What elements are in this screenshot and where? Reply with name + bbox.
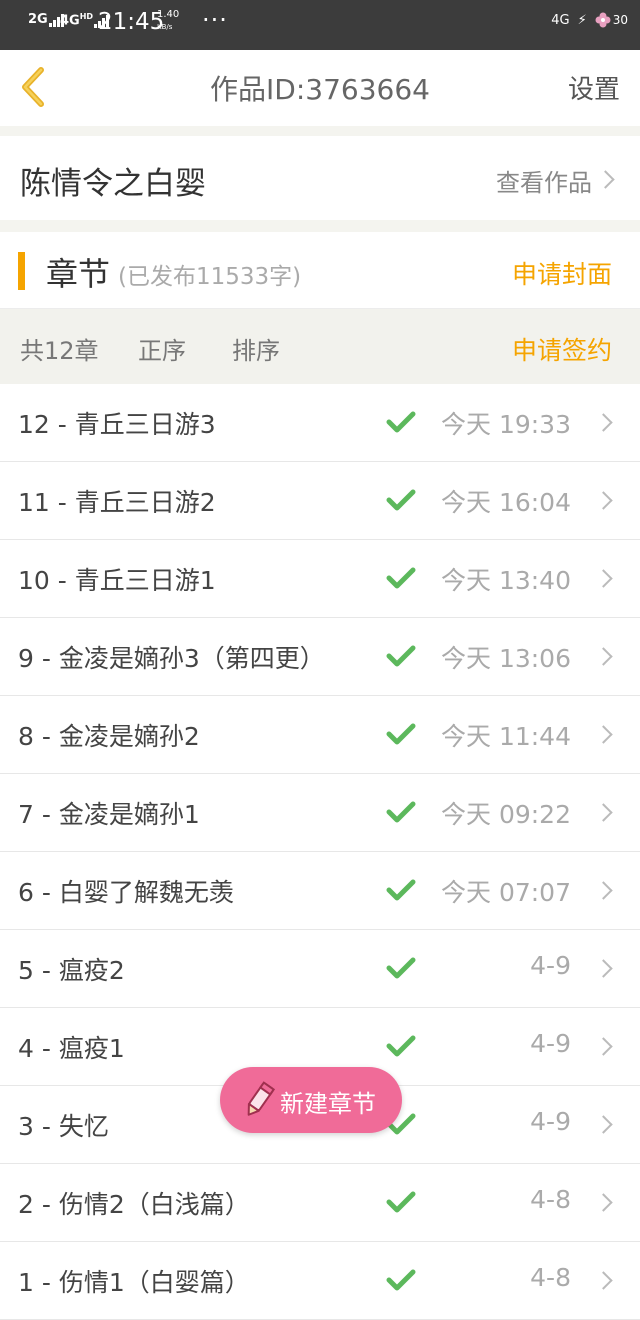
chapter-title: 12 - 青丘三日游3 [18,410,216,439]
chapter-row[interactable]: 12 - 青丘三日游3 今天 19:33 [0,384,640,462]
chapter-date: 今天 13:06 [441,644,571,673]
top-nav-bar: 作品ID:3763664 设置 [0,50,640,126]
battery-indicator: 30 [595,12,628,28]
chapter-row[interactable]: 1 - 伤情1（白婴篇） 4-8 [0,1242,640,1320]
chevron-right-icon [594,491,613,510]
chapter-date: 今天 09:22 [441,800,571,829]
section-title: 章节 [46,255,111,293]
published-check-icon [386,801,416,823]
chevron-right-icon [594,647,613,666]
chevron-right-icon [594,413,613,432]
chevron-right-icon [594,569,613,588]
pencil-icon [247,1081,276,1116]
chapter-date: 今天 07:07 [441,878,571,907]
chapter-title: 11 - 青丘三日游2 [18,488,216,517]
chapter-title: 3 - 失忆 [18,1112,109,1141]
network-4g: 4G [551,12,570,28]
chevron-right-icon [594,1037,613,1056]
apply-cover-button[interactable]: 申请封面 [512,255,612,291]
chapter-date: 4-9 [530,951,571,980]
chapter-title: 2 - 伤情2（白浅篇） [18,1190,250,1219]
view-work-link[interactable]: 查看作品 [496,163,592,198]
chevron-right-icon [594,959,613,978]
chevron-right-icon [596,170,615,189]
settings-button[interactable]: 设置 [568,69,620,106]
chapter-title: 1 - 伤情1（白婴篇） [18,1268,250,1297]
chapter-title: 7 - 金凌是嫡孙1 [18,800,200,829]
chevron-right-icon [594,881,613,900]
apply-sign-button[interactable]: 申请签约 [512,331,612,367]
published-check-icon [386,645,416,667]
chapter-row[interactable]: 5 - 瘟疫2 4-9 [0,930,640,1008]
chapter-date: 4-9 [530,1107,571,1136]
network-speed: 1.40 KB/s [157,9,180,31]
chapter-toolbar: 共12章 正序 排序 申请签约 [0,308,640,384]
chapter-list: 12 - 青丘三日游3 今天 19:33 11 - 青丘三日游2 今天 16:0… [0,384,640,1320]
published-check-icon [386,411,416,433]
published-check-icon [386,1191,416,1213]
chevron-right-icon [594,1193,613,1212]
chapter-row[interactable]: 11 - 青丘三日游2 今天 16:04 [0,462,640,540]
chapter-date: 今天 11:44 [441,722,571,751]
chapter-title: 10 - 青丘三日游1 [18,566,216,595]
chapter-date: 4-8 [530,1185,571,1214]
flower-icon [595,12,611,28]
published-check-icon [386,957,416,979]
chapter-date: 今天 19:33 [441,410,571,439]
clock: 21:45 [98,9,165,35]
chapter-date: 今天 13:40 [441,566,571,595]
chapter-row[interactable]: 10 - 青丘三日游1 今天 13:40 [0,540,640,618]
published-check-icon [386,723,416,745]
chapter-date: 4-8 [530,1263,571,1292]
chapter-date: 4-9 [530,1029,571,1058]
more-notifications-icon: ··· [202,6,228,34]
work-title: 陈情令之白婴 [20,166,206,202]
chapter-row[interactable]: 2 - 伤情2（白浅篇） 4-8 [0,1164,640,1242]
order-button[interactable]: 正序 [138,331,186,366]
published-check-icon [386,1269,416,1291]
chevron-right-icon [594,803,613,822]
chevron-right-icon [594,1115,613,1134]
chapter-date: 今天 16:04 [441,488,571,517]
chapter-title: 9 - 金凌是嫡孙3（第四更） [18,644,325,673]
published-check-icon [386,489,416,511]
work-card[interactable]: 陈情令之白婴 查看作品 [0,136,640,220]
chapter-row[interactable]: 7 - 金凌是嫡孙1 今天 09:22 [0,774,640,852]
status-right: 4G ⚡ 30 [551,12,628,28]
charging-icon: ⚡ [577,12,587,28]
section-accent-bar [18,252,25,290]
published-check-icon [386,879,416,901]
chapter-title: 8 - 金凌是嫡孙2 [18,722,200,751]
published-check-icon [386,1035,416,1057]
published-check-icon [386,567,416,589]
new-chapter-button[interactable]: 新建章节 [220,1067,402,1133]
chevron-right-icon [594,725,613,744]
chapter-title: 4 - 瘟疫1 [18,1034,125,1063]
new-chapter-label: 新建章节 [280,1090,376,1118]
chapter-row[interactable]: 9 - 金凌是嫡孙3（第四更） 今天 13:06 [0,618,640,696]
chapter-total: 共12章 [20,337,99,365]
chapter-row[interactable]: 8 - 金凌是嫡孙2 今天 11:44 [0,696,640,774]
sort-button[interactable]: 排序 [232,331,280,366]
status-bar: 2G 4GHD 21:45 1.40 KB/s ··· 4G ⚡ 30 [0,0,640,50]
chapter-title: 5 - 瘟疫2 [18,956,125,985]
chapters-section-header: 章节 (已发布11533字) 申请封面 [0,232,640,308]
page-title: 作品ID:3763664 [210,73,430,106]
chapter-title: 6 - 白婴了解魏无羡 [18,878,234,907]
chapter-row[interactable]: 6 - 白婴了解魏无羡 今天 07:07 [0,852,640,930]
chevron-right-icon [594,1271,613,1290]
published-word-count: (已发布11533字) [118,264,302,290]
